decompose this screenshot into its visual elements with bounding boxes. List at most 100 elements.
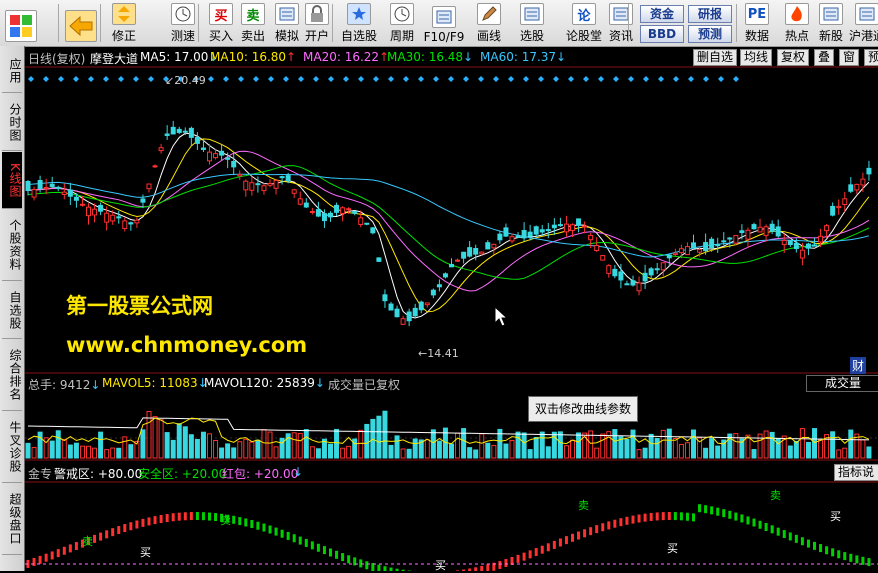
volume-bar: [80, 446, 84, 458]
toolbar-button-14[interactable]: 资讯: [604, 2, 638, 44]
candle-body: [232, 161, 236, 166]
volume-total-text: 总手: 9412: [28, 378, 90, 392]
candle-body: [256, 184, 260, 185]
event-marker: [103, 76, 109, 82]
toolbar-button-11[interactable]: 画线: [472, 2, 506, 44]
candle-body: [825, 226, 829, 231]
volume-bar: [673, 439, 677, 458]
volume-bar: [274, 447, 278, 458]
toolbar-box-0[interactable]: 资金: [640, 5, 684, 23]
volume-bar: [637, 450, 641, 458]
candle-body: [425, 303, 429, 305]
event-marker: [238, 76, 244, 82]
candle-body: [770, 224, 774, 231]
volume-bar: [631, 430, 635, 458]
toolbar-box-1[interactable]: BBD: [640, 25, 684, 43]
toolbar-button-1[interactable]: [64, 2, 98, 44]
toolbar-button-0[interactable]: [4, 2, 38, 44]
header-button-2[interactable]: 复权: [777, 49, 809, 66]
toolbar-box-2[interactable]: 研报: [688, 5, 732, 23]
toolbar-button-10[interactable]: F10/F9: [423, 2, 465, 44]
toolbar-button-15[interactable]: PE数据: [740, 2, 774, 44]
toolbar-button-18[interactable]: 沪港通: [846, 2, 878, 44]
event-marker: [133, 76, 139, 82]
indicator-bar: [275, 528, 278, 536]
volume-bar: [831, 432, 835, 458]
indicator-bar: [69, 544, 72, 552]
candle-body: [667, 255, 671, 258]
toolbar-button-3[interactable]: 测速: [166, 2, 200, 44]
volume-bar: [68, 445, 72, 458]
event-marker: [613, 76, 619, 82]
event-marker: [553, 76, 559, 82]
volume-bar: [843, 448, 847, 458]
toolbar-button-7[interactable]: 开户: [300, 2, 334, 44]
candle-body: [534, 227, 538, 234]
candle-body: [764, 227, 768, 236]
volume-panel-button[interactable]: 成交量: [806, 375, 878, 392]
volume-bar: [159, 420, 163, 458]
candle-body: [335, 205, 339, 212]
indicator-bar: [553, 541, 556, 549]
toolbar-button-5[interactable]: 卖卖出: [236, 2, 270, 44]
volume-bar: [613, 430, 617, 458]
event-marker: [568, 76, 574, 82]
toolbar-button-8[interactable]: 自选股: [338, 2, 380, 44]
back-arrow-icon: [65, 10, 97, 42]
toolbar-button-16[interactable]: 热点: [780, 2, 814, 44]
hammer-icon: [275, 3, 299, 25]
header-button-4[interactable]: 窗: [839, 49, 859, 66]
ma-arrow-4: ↓: [556, 50, 566, 64]
left-tab-2[interactable]: K线图: [2, 152, 22, 209]
volume-bar: [837, 450, 841, 458]
volume-bar: [171, 440, 175, 458]
toolbar-button-6[interactable]: 模拟: [270, 2, 304, 44]
indicator-bar: [777, 528, 780, 536]
left-tab-6[interactable]: 牛叉诊股: [2, 412, 22, 483]
candle-body: [268, 184, 272, 186]
left-tab-7[interactable]: 超级盘口: [2, 484, 22, 555]
header-button-5[interactable]: 预测: [864, 49, 878, 66]
indicator-safe: 安全区: +20.00: [138, 465, 226, 482]
volume-bar: [571, 440, 575, 458]
candle-body: [371, 228, 375, 233]
candle-body: [377, 258, 381, 261]
left-tab-3[interactable]: 个股资料: [2, 210, 22, 281]
left-tab-0[interactable]: 应用: [2, 50, 22, 93]
toolbar-button-17[interactable]: 新股: [814, 2, 848, 44]
header-button-3[interactable]: 叠: [814, 49, 834, 66]
toolbar-button-label: 选股: [520, 27, 544, 44]
toolbar-button-12[interactable]: 选股: [515, 2, 549, 44]
left-tab-5[interactable]: 综合排名: [2, 340, 22, 411]
header-button-1[interactable]: 均线: [740, 49, 772, 66]
volume-bar: [177, 424, 181, 458]
event-marker: [583, 76, 589, 82]
left-tab-4[interactable]: 自选股: [2, 282, 22, 339]
toolbar-box-3[interactable]: 预测: [688, 25, 732, 43]
toolbar-button-9[interactable]: 周期: [385, 2, 419, 44]
indicator-bar: [347, 555, 350, 563]
indicator-help-button[interactable]: 指标说: [834, 464, 878, 481]
indicator-bar: [250, 520, 253, 528]
indicator-bar: [498, 561, 501, 569]
indicator-bar: [390, 568, 393, 571]
indicator-bar: [589, 527, 592, 535]
event-marker: [688, 76, 694, 82]
indicator-bar: [232, 516, 235, 524]
toolbar-button-2[interactable]: 修正: [107, 2, 141, 44]
finance-badge[interactable]: 财: [850, 357, 866, 374]
lock-icon: [305, 3, 329, 25]
indicator-bar: [740, 514, 743, 522]
candle-body: [286, 176, 290, 181]
indicator-bar: [341, 553, 344, 561]
toolbar-button-13[interactable]: 论论股堂: [563, 2, 605, 44]
volume-bar: [298, 433, 302, 458]
low-price-value: 14.41: [427, 347, 459, 360]
toolbar-button-4[interactable]: 买买入: [204, 2, 238, 44]
volume-bar: [232, 448, 236, 458]
indicator-bar: [214, 513, 217, 521]
left-tab-1[interactable]: 分时图: [2, 94, 22, 151]
header-button-0[interactable]: 删自选: [693, 49, 737, 66]
indicator-bar: [105, 530, 108, 538]
volume-bar: [849, 430, 853, 458]
